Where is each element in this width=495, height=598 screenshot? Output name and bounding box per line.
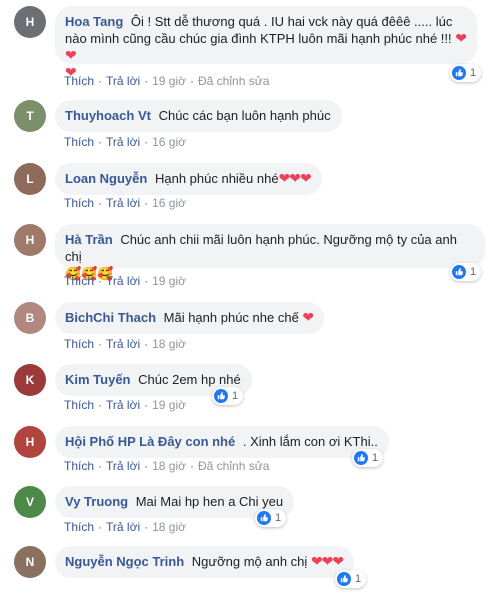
comment-text: Ôi ! Stt dễ thương quá . IU hai vck này … [65,14,453,46]
avatar[interactable]: H [14,426,46,458]
comment-actions: Thích · Trả lời · 19 giờ · Đã chỉnh sửa [64,74,270,88]
avatar[interactable]: H [14,224,46,256]
like-icon [214,389,228,403]
reply-link[interactable]: Trả lời [106,135,140,149]
timestamp[interactable]: 18 giờ [152,459,186,473]
avatar[interactable]: L [14,163,46,195]
reaction-count[interactable]: 1 [335,570,367,588]
timestamp[interactable]: 18 giờ [152,520,186,534]
comment-author[interactable]: Loan Nguyễn [65,171,147,186]
comment-bubble: Hoa Tang Ôi ! Stt dễ thương quá . IU hai… [55,6,477,80]
heart-emoji: ❤❤❤ [310,553,344,569]
comment-bubble: Thuyhoach Vt Chúc các bạn luôn hạnh phúc [55,100,342,132]
avatar[interactable]: B [14,302,46,334]
comment-bubble: Loan Nguyễn Hạnh phúc nhiều nhé❤❤❤ [55,163,322,195]
comment-actions: Thích · Trả lời · 16 giờ [64,196,186,210]
reply-link[interactable]: Trả lời [106,520,140,534]
comment-text: Mãi hạnh phúc nhe chế [163,310,299,325]
like-icon [452,66,466,80]
comment-author[interactable]: Thuyhoach Vt [65,108,151,123]
like-link[interactable]: Thích [64,74,94,88]
timestamp[interactable]: 16 giờ [152,135,186,149]
like-link[interactable]: Thích [64,398,94,412]
like-icon [257,511,271,525]
comment-bubble: Hà Trần Chúc anh chii mãi luôn hạnh phúc… [55,224,485,281]
edited-label[interactable]: Đã chỉnh sửa [198,459,269,473]
reaction-count[interactable]: 1 [352,449,384,467]
comment-actions: Thích · Trả lời · 18 giờ [64,337,186,351]
timestamp[interactable]: 19 giờ [152,74,186,88]
heart-emoji: ❤❤❤ [278,170,312,186]
comment-author[interactable]: Nguyễn Ngọc Trinh [65,554,184,569]
like-icon [452,265,466,279]
comment-actions: Thích · Trả lời · 19 giờ [64,274,186,288]
comment-author[interactable]: Hà Trần [65,232,113,247]
like-link[interactable]: Thích [64,135,94,149]
comment-actions: Thích · Trả lời · 16 giờ [64,135,186,149]
like-icon [354,451,368,465]
comment-author[interactable]: Hội Phố HP Là Đây con nhé [65,434,235,449]
timestamp[interactable]: 19 giờ [152,274,186,288]
like-icon [337,572,351,586]
comment-text: Chúc 2em hp nhé [138,372,241,387]
comment-text: Chúc anh chii mãi luôn hạnh phúc. Ngưỡng… [65,232,457,264]
comment-author[interactable]: Vy Truong [65,494,128,509]
reply-link[interactable]: Trả lời [106,274,140,288]
comment-text: Ngưỡng mộ anh chị [191,554,308,569]
avatar[interactable]: N [14,546,46,578]
comment-text: Mai Mai hp hen a Chi yeu [135,494,284,509]
avatar[interactable]: K [14,364,46,396]
avatar[interactable]: V [14,486,46,518]
reaction-count[interactable]: 1 [450,263,482,281]
edited-label[interactable]: Đã chỉnh sửa [198,74,269,88]
timestamp[interactable]: 16 giờ [152,196,186,210]
heart-emoji: ❤ [302,309,314,325]
comment-bubble: Nguyễn Ngọc Trinh Ngưỡng mộ anh chị ❤❤❤ [55,546,355,578]
like-link[interactable]: Thích [64,274,94,288]
comments-feed: H Hoa Tang Ôi ! Stt dễ thương quá . IU h… [0,0,495,598]
timestamp[interactable]: 18 giờ [152,337,186,351]
comment-text: Hạnh phúc nhiều nhé [154,171,279,186]
comment-actions: Thích · Trả lời · 19 giờ [64,398,186,412]
reply-link[interactable]: Trả lời [106,337,140,351]
comment-author[interactable]: BichChi Thach [65,310,156,325]
comment-author[interactable]: Kim Tuyến [65,372,131,387]
comment-bubble: Hội Phố HP Là Đây con nhé . Xinh lắm con… [55,426,389,458]
reaction-count[interactable]: 1 [450,64,482,82]
timestamp[interactable]: 19 giờ [152,398,186,412]
reply-link[interactable]: Trả lời [106,74,140,88]
reply-link[interactable]: Trả lời [106,459,140,473]
avatar[interactable]: T [14,100,46,132]
comment-text: . Xinh lắm con ơi KThi.. [242,434,378,449]
reaction-count[interactable]: 1 [212,387,244,405]
comment-actions: Thích · Trả lời · 18 giờ · Đã chỉnh sửa [64,459,270,473]
like-link[interactable]: Thích [64,459,94,473]
reaction-count[interactable]: 1 [255,509,287,527]
avatar[interactable]: H [14,6,46,38]
like-link[interactable]: Thích [64,337,94,351]
comment-actions: Thích · Trả lời · 18 giờ [64,520,186,534]
reply-link[interactable]: Trả lời [106,398,140,412]
comment-text: Chúc các bạn luôn hạnh phúc [158,108,331,123]
reply-link[interactable]: Trả lời [106,196,140,210]
like-link[interactable]: Thích [64,520,94,534]
comment-author[interactable]: Hoa Tang [65,14,123,29]
comment-bubble: BichChi Thach Mãi hạnh phúc nhe chế ❤ [55,302,325,334]
like-link[interactable]: Thích [64,196,94,210]
